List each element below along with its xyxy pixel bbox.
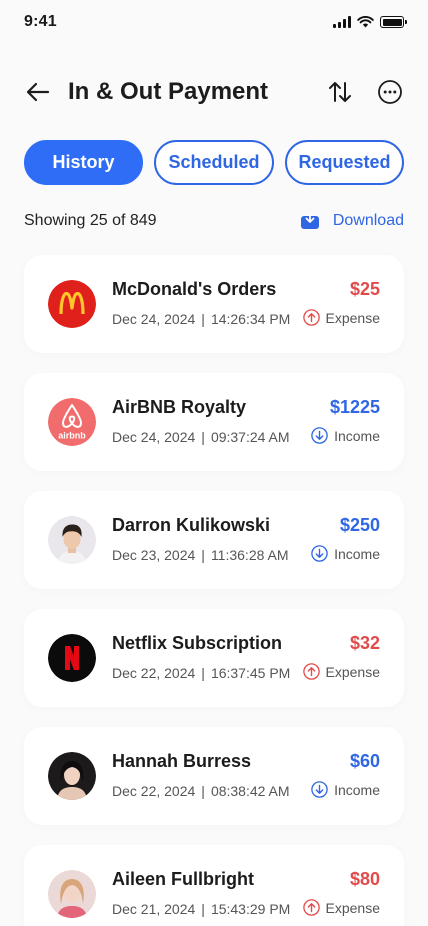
download-label: Download xyxy=(332,212,404,229)
transaction-card[interactable]: McDonald's Orders Dec 24, 2024 | 14:26:34 … xyxy=(24,255,404,353)
person-avatar xyxy=(48,752,96,800)
transaction-amount: $25 xyxy=(349,279,380,299)
transaction-type-label: Income xyxy=(334,427,380,444)
tab-history[interactable]: History xyxy=(24,140,143,185)
transaction-name: Hannah Burress xyxy=(112,751,252,771)
expense-arrow-up-icon xyxy=(302,899,320,916)
status-bar: 9:41 xyxy=(0,0,428,44)
transaction-datetime: Dec 22, 2024 | 16:37:45 PM xyxy=(112,665,291,681)
download-button[interactable]: Download xyxy=(300,212,404,230)
transaction-name: Darron Kulikowski xyxy=(112,515,271,535)
person-avatar xyxy=(48,870,96,918)
transaction-type: Expense xyxy=(302,663,380,680)
transaction-name: AirBNB Royalty xyxy=(112,397,247,417)
arrow-left-icon xyxy=(26,82,50,102)
transaction-amount: $32 xyxy=(349,633,380,653)
battery-icon xyxy=(380,16,407,28)
back-button[interactable] xyxy=(24,78,52,106)
transaction-datetime: Dec 23, 2024 | 11:36:28 AM xyxy=(112,547,289,563)
person-avatar xyxy=(48,516,96,564)
transaction-name: Aileen Fullbright xyxy=(112,869,254,889)
transaction-name: McDonald's Orders xyxy=(112,279,277,299)
tab-requested[interactable]: Requested xyxy=(285,140,404,185)
expense-arrow-up-icon xyxy=(302,309,320,326)
transaction-date: Dec 23, 2024 xyxy=(112,547,196,563)
download-icon xyxy=(300,213,319,229)
tab-scheduled[interactable]: Scheduled xyxy=(154,140,274,185)
transaction-type: Expense xyxy=(302,309,380,326)
income-arrow-down-icon xyxy=(311,545,328,562)
results-count: Showing 25 of 849 xyxy=(24,212,157,229)
header-actions xyxy=(326,78,404,106)
transaction-date: Dec 22, 2024 xyxy=(112,783,196,799)
transaction-type-label: Income xyxy=(334,545,380,562)
mcdonalds-logo xyxy=(48,280,96,328)
transaction-card[interactable]: Netflix Subscription Dec 22, 2024 | 16:37:… xyxy=(24,609,404,707)
transaction-card[interactable]: Hannah Burress Dec 22, 2024 | 08:38:42 AM … xyxy=(24,727,404,825)
more-options-button[interactable] xyxy=(376,78,404,106)
transaction-time: 09:37:24 AM xyxy=(210,429,290,445)
transaction-amount: $1225 xyxy=(329,397,380,417)
transaction-datetime: Dec 22, 2024 | 08:38:42 AM xyxy=(112,783,290,799)
transaction-datetime: Dec 21, 2024 | 15:43:29 PM xyxy=(112,901,291,917)
transaction-card[interactable]: airbnb AirBNB Royalty Dec 24, 2024 | 09:37… xyxy=(24,373,404,471)
income-arrow-down-icon xyxy=(311,781,328,798)
transaction-type: Income xyxy=(311,545,380,562)
transaction-type: Income xyxy=(311,427,380,444)
more-horizontal-icon xyxy=(378,80,402,104)
transaction-date: Dec 24, 2024 xyxy=(112,429,196,445)
sort-button[interactable] xyxy=(326,78,354,106)
transaction-date: Dec 24, 2024 xyxy=(112,311,196,327)
cellular-signal-icon xyxy=(333,16,351,28)
transaction-type-label: Expense xyxy=(325,663,380,680)
transaction-type-label: Income xyxy=(334,781,380,798)
transaction-time: 14:26:34 PM xyxy=(210,311,291,327)
transaction-card[interactable]: Aileen Fullbright Dec 21, 2024 | 15:43:29 … xyxy=(24,845,404,926)
transaction-time: 08:38:42 AM xyxy=(210,783,290,799)
tab-bar: History Scheduled Requested xyxy=(24,140,404,185)
transaction-date: Dec 21, 2024 xyxy=(112,901,196,917)
page-title: In & Out Payment xyxy=(68,78,269,105)
netflix-logo xyxy=(48,634,96,682)
transaction-time: 15:43:29 PM xyxy=(210,901,291,917)
sort-arrows-icon xyxy=(329,82,351,102)
summary-row: Showing 25 of 849 Download xyxy=(24,208,404,234)
transaction-datetime: Dec 24, 2024 | 14:26:34 PM xyxy=(112,311,291,327)
transaction-type-label: Expense xyxy=(325,899,380,916)
svg-text:airbnb: airbnb xyxy=(58,431,86,441)
header: In & Out Payment xyxy=(24,72,404,112)
airbnb-logo: airbnb xyxy=(48,398,96,446)
transaction-amount: $250 xyxy=(339,515,380,535)
transaction-amount: $80 xyxy=(349,869,380,889)
transaction-amount: $60 xyxy=(349,751,380,771)
status-icons xyxy=(333,16,407,28)
expense-arrow-up-icon xyxy=(302,663,320,680)
transaction-type-label: Expense xyxy=(325,309,380,326)
income-arrow-down-icon xyxy=(311,427,328,444)
transaction-time: 11:36:28 AM xyxy=(210,547,289,563)
transaction-time: 16:37:45 PM xyxy=(210,665,291,681)
transaction-datetime: Dec 24, 2024 | 09:37:24 AM xyxy=(112,429,290,445)
transaction-type: Expense xyxy=(302,899,380,916)
transaction-date: Dec 22, 2024 xyxy=(112,665,196,681)
transaction-name: Netflix Subscription xyxy=(112,633,283,653)
transaction-type: Income xyxy=(311,781,380,798)
status-time: 9:41 xyxy=(24,13,57,30)
wifi-icon xyxy=(357,16,374,28)
transaction-card[interactable]: Darron Kulikowski Dec 23, 2024 | 11:36:28 … xyxy=(24,491,404,589)
